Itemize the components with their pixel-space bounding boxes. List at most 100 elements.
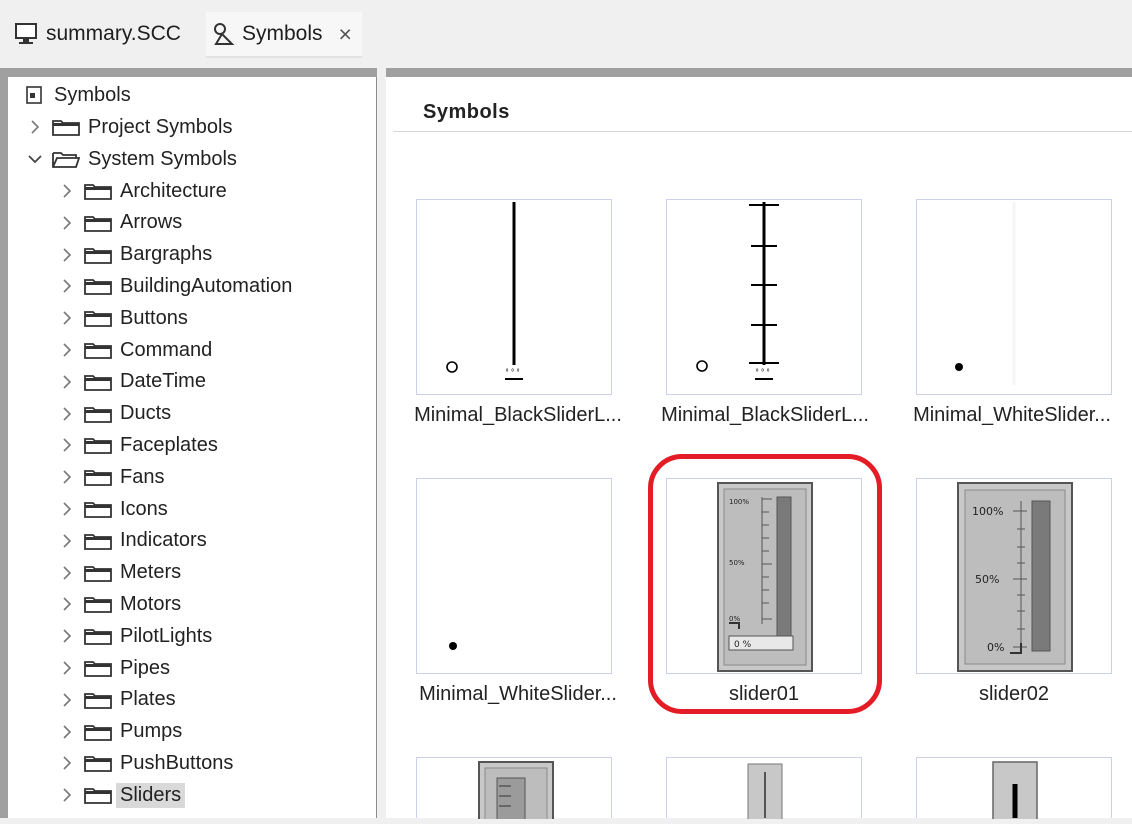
symbol-tile-minimal-white-1[interactable] [916,199,1112,395]
folder-icon [84,279,112,296]
tree-item-label: DateTime [120,370,206,393]
chevron-right-icon[interactable] [56,216,78,230]
chevron-right-icon[interactable] [56,311,78,325]
tree-item-icons[interactable]: Icons [56,494,168,524]
chevron-right-icon[interactable] [24,120,46,134]
symbol-caption: Minimal_WhiteSlider... [913,404,1111,426]
tree-item-plates[interactable]: Plates [56,685,176,715]
chevron-down-icon[interactable] [24,154,46,164]
scale-label-top: 100% [972,505,1003,518]
folder-icon [84,565,112,582]
tab-symbols[interactable]: Symbols × [206,12,362,58]
tree-item-bargraphs[interactable]: Bargraphs [56,240,212,270]
folder-icon [84,374,112,391]
chevron-right-icon[interactable] [56,184,78,198]
folder-open-icon [52,152,80,168]
tree-item-ducts[interactable]: Ducts [56,399,171,429]
symbols-icon [212,22,236,46]
chevron-right-icon[interactable] [56,788,78,802]
tree-item-label: Plates [120,688,176,711]
tree-item-label: PushButtons [120,751,234,774]
tab-summary[interactable]: summary.SCC [14,16,181,52]
divider [393,131,1132,132]
slider-preview-image [478,761,554,824]
monitor-icon [14,22,40,46]
folder-icon [84,692,112,709]
chevron-right-icon[interactable] [56,375,78,389]
chevron-right-icon[interactable] [56,438,78,452]
symbol-tile-slider04[interactable] [666,757,862,824]
chevron-right-icon[interactable] [56,756,78,770]
folder-icon [84,311,112,328]
tree-item-label: Meters [120,561,182,584]
tree-item-faceplates[interactable]: Faceplates [56,430,218,460]
tree-item-buttons[interactable]: Buttons [56,303,188,333]
tree-item-label: Pumps [120,720,183,743]
tree-item-label: System Symbols [88,147,237,170]
chevron-right-icon[interactable] [56,502,78,516]
gallery-title: Symbols [423,101,510,123]
folder-icon [84,247,112,264]
tree-item-label: Ducts [120,402,172,425]
chevron-right-icon[interactable] [56,279,78,293]
tree-item-architecture[interactable]: Architecture [56,176,227,206]
tree-item-pipes[interactable]: Pipes [56,653,170,683]
tree-item-project-symbols[interactable]: Project Symbols [24,112,233,142]
tree-item-meters[interactable]: Meters [56,558,181,588]
chevron-right-icon[interactable] [56,470,78,484]
scale-label-bottom: 0% [987,641,1004,654]
tree-item-label: Project Symbols [88,115,233,138]
tree-item-pushbuttons[interactable]: PushButtons [56,748,233,778]
tree-item-pilotlights[interactable]: PilotLights [56,621,212,651]
tree-item-label: Sliders [116,782,186,808]
folder-icon [84,343,112,359]
chevron-right-icon[interactable] [56,343,78,357]
tree-item-buildingautomation[interactable]: BuildingAutomation [56,271,292,301]
chevron-right-icon[interactable] [56,661,78,675]
chevron-right-icon[interactable] [56,597,78,611]
tree-item-sliders[interactable]: Sliders [56,780,186,810]
tree-item-label: Indicators [120,529,207,552]
tree-item-pumps[interactable]: Pumps [56,717,182,747]
tree-item-label: Command [120,338,213,361]
chevron-right-icon[interactable] [56,725,78,739]
symbol-tile-minimal-black-2[interactable]: ﾟﾟﾟ [666,199,862,395]
tab-bar: summary.SCC Symbols × [0,0,1132,64]
tree-root-label: Symbols [54,83,131,106]
tree-item-indicators[interactable]: Indicators [56,526,207,556]
tree-item-label: BuildingAutomation [120,274,293,297]
tree-item-datetime[interactable]: DateTime [56,367,206,397]
folder-icon [84,215,112,232]
symbol-tile-slider03[interactable] [416,757,612,824]
folder-icon [84,184,112,200]
chevron-right-icon[interactable] [56,693,78,707]
slider-preview-image: ﾟﾟﾟ [696,202,779,381]
tree-item-fans[interactable]: Fans [56,462,164,492]
chevron-right-icon[interactable] [56,248,78,262]
symbol-tile-slider05[interactable] [916,757,1112,824]
tree-item-motors[interactable]: Motors [56,589,181,619]
close-icon[interactable]: × [339,21,352,48]
tree-item-label: Icons [120,497,168,520]
tree-root[interactable]: Symbols [26,80,131,110]
symbol-tile-minimal-black-1[interactable]: ﾟﾟﾟ [416,199,612,395]
tree-item-arrows[interactable]: Arrows [56,208,182,238]
slider-preview-image: ﾟﾟﾟ [446,202,523,381]
chevron-right-icon[interactable] [56,629,78,643]
scale-label-mid: 50% [975,573,999,586]
folder-icon [84,724,112,741]
tree-item-system-symbols[interactable]: System Symbols [24,144,237,174]
chevron-right-icon[interactable] [56,566,78,580]
symbol-tile-slider02[interactable]: 100% 50% 0% [916,478,1112,674]
folder-icon [52,120,80,136]
symbol-tile-minimal-white-2[interactable] [416,478,612,674]
folder-icon [84,629,112,646]
tree-item-label: Fans [120,465,165,488]
symbol-caption: Minimal_BlackSliderL... [414,404,622,426]
tree-item-label: Buttons [120,306,188,329]
tree-item-command[interactable]: Command [56,335,212,365]
library-icon [26,86,42,104]
chevron-right-icon[interactable] [56,407,78,421]
chevron-right-icon[interactable] [56,534,78,548]
panel-splitter[interactable] [377,68,386,818]
